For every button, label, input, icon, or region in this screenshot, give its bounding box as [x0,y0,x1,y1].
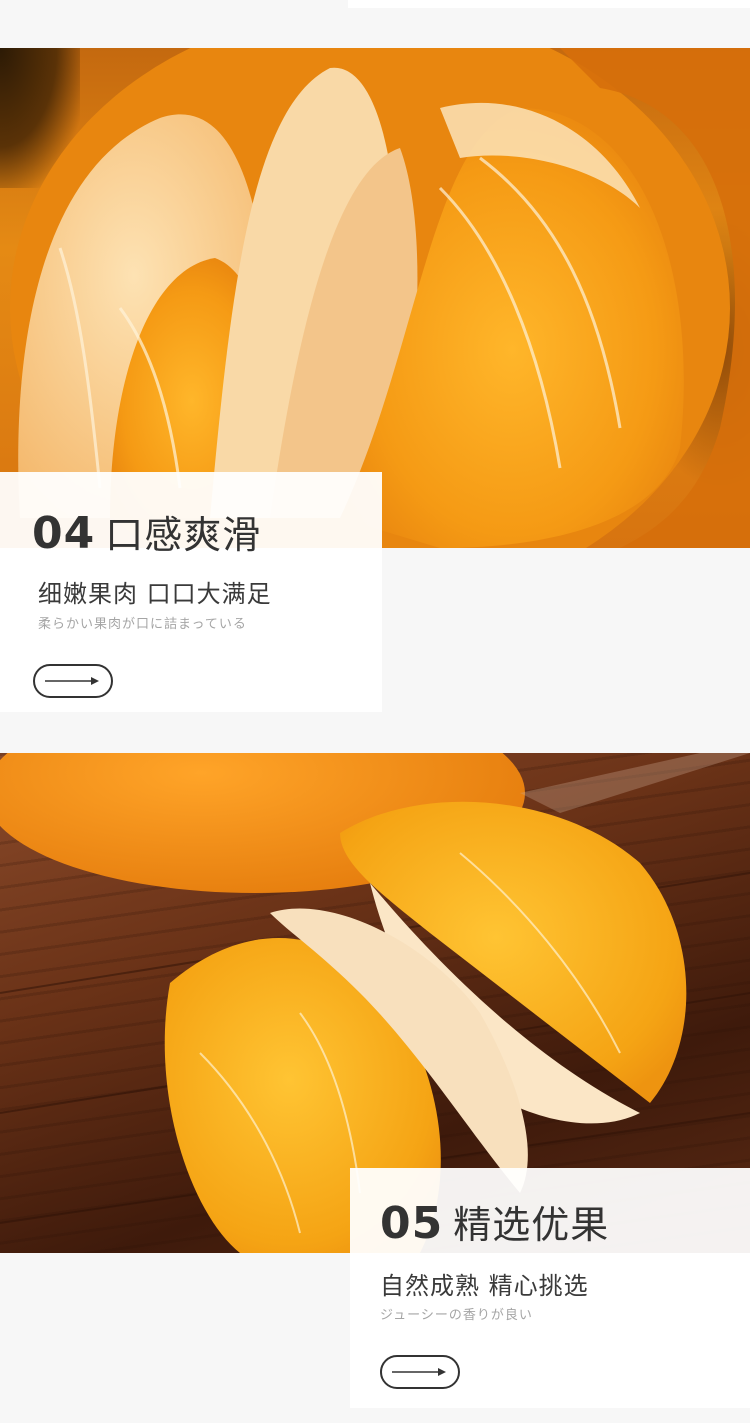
feature-number: 05 [380,1198,444,1249]
feature-title: 04 口感爽滑 [32,504,261,559]
feature-title-text: 精选优果 [453,1203,610,1247]
long-arrow-right-icon [392,1368,446,1376]
feature-number: 04 [32,508,96,559]
feature-subtitle: 细嫩果肉 口口大满足 [38,580,272,608]
feature-card-selection: 05 精选优果 自然成熟 精心挑选 ジューシーの香りが良い [350,1168,750,1408]
feature-card-taste: 04 口感爽滑 细嫩果肉 口口大满足 柔らかい果肉が口に詰まっている [0,472,382,712]
feature-subtitle: 自然成熟 精心挑选 [380,1272,589,1300]
feature-title: 05 精选优果 [380,1194,609,1249]
more-arrow-button[interactable] [33,664,113,698]
long-arrow-right-icon [45,677,99,685]
feature-caption-jp: ジューシーの香りが良い [380,1308,533,1323]
feature-title-text: 口感爽滑 [105,513,262,557]
more-arrow-button[interactable] [380,1355,460,1389]
top-divider-strip [348,0,750,8]
feature-caption-jp: 柔らかい果肉が口に詰まっている [38,617,247,632]
